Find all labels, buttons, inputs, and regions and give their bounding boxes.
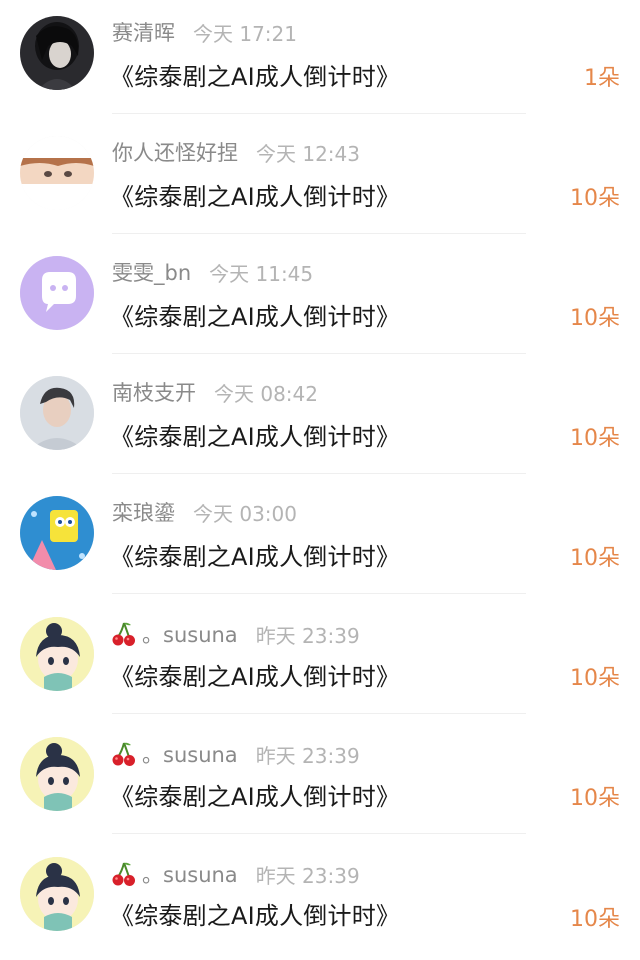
name-line: 赛清晖 今天 17:21 (112, 16, 297, 48)
avatar[interactable] (20, 617, 94, 691)
list-item[interactable]: 。susuna 昨天 23:39 《综泰剧之AI成人倒计时》 10朵 (0, 840, 640, 960)
list-item[interactable]: 雯雯_bn 今天 11:45 《综泰剧之AI成人倒计时》 10朵 (0, 240, 640, 360)
username[interactable]: 雯雯_bn (112, 257, 191, 287)
username[interactable]: 。susuna (142, 739, 238, 769)
list-item[interactable]: 赛清晖 今天 17:21 《综泰剧之AI成人倒计时》 1朵 (0, 0, 640, 120)
cherry-icon (112, 861, 136, 887)
gift-count: 1朵 (584, 66, 620, 91)
timestamp: 昨天 23:39 (255, 743, 360, 768)
avatar-man-portrait-icon (20, 376, 94, 450)
divider (112, 833, 526, 834)
avatar[interactable] (20, 496, 94, 570)
gift-record-list: 赛清晖 今天 17:21 《综泰剧之AI成人倒计时》 1朵 你人还怪好捏 今天 … (0, 0, 640, 950)
book-title[interactable]: 《综泰剧之AI成人倒计时》 (110, 297, 400, 332)
avatar-purple-chat-bubble-icon (20, 256, 94, 330)
name-line: 。susuna 昨天 23:39 (112, 738, 360, 770)
name-line: 你人还怪好捏 今天 12:43 (112, 136, 360, 168)
avatar-dark-hair-photo-icon (20, 16, 94, 90)
gift-count: 10朵 (570, 786, 620, 811)
gift-count: 10朵 (570, 907, 620, 932)
avatar[interactable] (20, 857, 94, 931)
gift-count: 10朵 (570, 426, 620, 451)
gift-count: 10朵 (570, 666, 620, 691)
avatar-cartoon-girl-bun-icon (20, 617, 94, 691)
name-line: 雯雯_bn 今天 11:45 (112, 256, 313, 288)
cherry-icon (112, 741, 136, 767)
timestamp: 今天 17:21 (193, 21, 297, 46)
avatar[interactable] (20, 256, 94, 330)
timestamp: 今天 03:00 (193, 501, 297, 526)
list-item[interactable]: 栾琅鎏 今天 03:00 《综泰剧之AI成人倒计时》 10朵 (0, 480, 640, 600)
name-line: 南枝支开 今天 08:42 (112, 376, 318, 408)
username[interactable]: 赛清晖 (112, 17, 175, 47)
avatar[interactable] (20, 136, 94, 210)
timestamp: 今天 08:42 (214, 381, 318, 406)
list-item[interactable]: 你人还怪好捏 今天 12:43 《综泰剧之AI成人倒计时》 10朵 (0, 120, 640, 240)
timestamp: 今天 12:43 (256, 141, 360, 166)
divider (112, 353, 526, 354)
avatar-anime-boy-cropped-icon (20, 136, 94, 210)
name-line: 栾琅鎏 今天 03:00 (112, 496, 297, 528)
list-item[interactable]: 。susuna 昨天 23:39 《综泰剧之AI成人倒计时》 10朵 (0, 600, 640, 720)
avatar[interactable] (20, 16, 94, 90)
username[interactable]: 你人还怪好捏 (112, 137, 238, 167)
book-title[interactable]: 《综泰剧之AI成人倒计时》 (110, 57, 400, 92)
avatar-spongebob-cartoon-icon (20, 496, 94, 570)
divider (112, 473, 526, 474)
divider (112, 113, 526, 114)
book-title[interactable]: 《综泰剧之AI成人倒计时》 (110, 896, 400, 931)
name-line: 。susuna 昨天 23:39 (112, 618, 360, 650)
username[interactable]: 南枝支开 (112, 377, 196, 407)
book-title[interactable]: 《综泰剧之AI成人倒计时》 (110, 777, 400, 812)
list-item[interactable]: 南枝支开 今天 08:42 《综泰剧之AI成人倒计时》 10朵 (0, 360, 640, 480)
avatar[interactable] (20, 376, 94, 450)
avatar-cartoon-girl-bun-icon (20, 737, 94, 811)
username[interactable]: 。susuna (142, 859, 238, 889)
book-title[interactable]: 《综泰剧之AI成人倒计时》 (110, 177, 400, 212)
gift-count: 10朵 (570, 306, 620, 331)
book-title[interactable]: 《综泰剧之AI成人倒计时》 (110, 417, 400, 452)
list-item[interactable]: 。susuna 昨天 23:39 《综泰剧之AI成人倒计时》 10朵 (0, 720, 640, 840)
avatar-cartoon-girl-bun-icon (20, 857, 94, 931)
book-title[interactable]: 《综泰剧之AI成人倒计时》 (110, 657, 400, 692)
avatar[interactable] (20, 737, 94, 811)
divider (112, 593, 526, 594)
timestamp: 今天 11:45 (209, 261, 314, 286)
name-line: 。susuna 昨天 23:39 (112, 858, 360, 890)
book-title[interactable]: 《综泰剧之AI成人倒计时》 (110, 537, 400, 572)
gift-count: 10朵 (570, 546, 620, 571)
divider (112, 233, 526, 234)
gift-count: 10朵 (570, 186, 620, 211)
username[interactable]: 。susuna (142, 619, 238, 649)
cherry-icon (112, 621, 136, 647)
username[interactable]: 栾琅鎏 (112, 497, 175, 527)
divider (112, 713, 526, 714)
timestamp: 昨天 23:39 (255, 623, 360, 648)
timestamp: 昨天 23:39 (255, 863, 360, 888)
